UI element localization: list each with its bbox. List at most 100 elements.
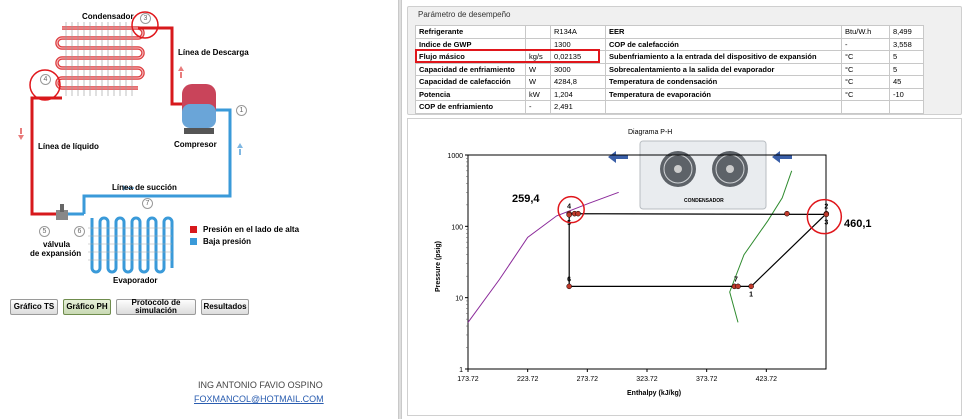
performance-cell: 1,204 <box>550 87 606 101</box>
saturation-curve <box>467 191 619 323</box>
mass-flow-highlight <box>415 49 600 63</box>
compressor <box>182 84 216 134</box>
state-point-7: 7 <box>142 198 153 209</box>
arrow-up-icon <box>178 66 184 71</box>
state-point-1: 1 <box>236 105 247 116</box>
state-point-6: 6 <box>74 226 85 237</box>
x-tick-label: 173.72 <box>457 376 479 383</box>
refrigeration-cycle-panel: Condensador Línea de Descarga Compresor … <box>0 0 398 419</box>
performance-row: Refrigerante R134A EER Btu/W.h 8,499 <box>415 25 924 39</box>
graph-ph-button[interactable]: Gráfico PH <box>63 299 111 315</box>
performance-cell: Capacidad de enfriamiento <box>415 62 526 76</box>
performance-cell: - <box>841 37 890 51</box>
performance-cell: °C <box>841 87 890 101</box>
app-window: Condensador Línea de Descarga Compresor … <box>0 0 964 419</box>
performance-cell: W <box>525 62 551 76</box>
high-pressure-annotation: 259,4 <box>512 193 540 205</box>
state-point-marker <box>748 283 754 290</box>
performance-cell: COP de calefacción <box>605 37 842 51</box>
performance-cell: Btu/W.h <box>841 25 890 39</box>
performance-table: Refrigerante R134A EER Btu/W.h 8,499 Indice d… <box>415 25 924 114</box>
compressor-label: Compresor <box>174 140 217 149</box>
y-tick-label: 100 <box>451 224 463 231</box>
chart-title: Diagrama P-H <box>628 129 672 136</box>
discharge-line <box>138 26 186 106</box>
state-point-5: 5 <box>39 226 50 237</box>
x-axis-label: Enthalpy (kJ/kg) <box>627 390 681 397</box>
results-button[interactable]: Resultados <box>201 299 249 315</box>
discharge-line-label: Línea de Descarga <box>178 48 249 57</box>
state-point-marker <box>566 283 572 290</box>
y-axis-label: Pressure (psig) <box>435 241 442 292</box>
low-pressure-swatch <box>190 238 197 245</box>
state-point-label: 4 <box>567 204 571 211</box>
performance-cell: 3,558 <box>889 37 924 51</box>
highlight-circle <box>557 195 585 224</box>
performance-row: Capacidad de enfriamiento W 3000 Sobrecalen… <box>415 62 924 76</box>
performance-cell: 2,491 <box>550 100 606 114</box>
performance-cell: Potencia <box>415 87 526 101</box>
author-email-link[interactable]: FOXMANCOL@HOTMAIL.COM <box>194 394 324 404</box>
x-tick-label: 423.72 <box>756 376 778 383</box>
performance-cell: Refrigerante <box>415 25 526 39</box>
arrow-down-icon <box>18 135 24 140</box>
performance-cell: 5 <box>889 62 924 76</box>
legend-high-pressure: Presión en el lado de alta <box>203 225 300 234</box>
performance-cell: °C <box>841 75 890 89</box>
performance-cell: 5 <box>889 50 924 64</box>
performance-cell <box>841 100 890 114</box>
evaporator-label: Evaporador <box>113 276 158 285</box>
x-tick-label: 273.72 <box>577 376 599 383</box>
x-tick-label: 223.72 <box>517 376 539 383</box>
performance-cell: Subenfriamiento a la entrada del disposi… <box>605 50 842 64</box>
cycle-line <box>568 212 827 287</box>
condenser-label: Condensador <box>82 12 134 21</box>
chart-buttons: Gráfico TS Gráfico PH Protocolo de simul… <box>10 299 249 315</box>
performance-cell: Sobrecalentamiento a la salida del evapo… <box>605 62 842 76</box>
performance-cell <box>525 25 551 39</box>
arrow-left-icon <box>608 151 628 163</box>
performance-cell: Temperatura de evaporación <box>605 87 842 101</box>
performance-cell: 45 <box>889 75 924 89</box>
state-point-label: 2 <box>824 204 828 211</box>
performance-cell: -10 <box>889 87 924 101</box>
performance-cell: 3000 <box>550 62 606 76</box>
ph-chart: Diagrama P-H CONDENSADOR 1 10 100 1000 173.7… <box>407 118 962 416</box>
evaporator-coil <box>90 216 174 274</box>
y-tick-label: 1 <box>459 367 463 374</box>
liquid-line <box>30 96 62 216</box>
cycle-marker <box>784 210 790 217</box>
performance-cell: °C <box>841 50 890 64</box>
state-point-3: 3 <box>140 13 151 24</box>
expansion-label: de expansión <box>30 249 82 258</box>
performance-cell: EER <box>605 25 842 39</box>
performance-cell: Temperatura de condensación <box>605 75 842 89</box>
condenser-unit-label: CONDENSADOR <box>684 198 724 204</box>
performance-title: Parámetro de desempeño <box>418 10 511 19</box>
state-point-label: 3 <box>824 219 828 226</box>
performance-cell: R134A <box>550 25 606 39</box>
performance-cell: Capacidad de calefacción <box>415 75 526 89</box>
high-pressure-swatch <box>190 226 197 233</box>
condenser-coil <box>55 26 145 90</box>
performance-cell: COP de enfriamiento <box>415 100 526 114</box>
performance-row: Capacidad de calefacción W 4284,8 Temperatu… <box>415 75 924 89</box>
legend-low-pressure: Baja presión <box>203 237 252 246</box>
performance-row: COP de enfriamiento -2,491 <box>415 100 924 114</box>
performance-cell: 8,499 <box>889 25 924 39</box>
state-point-marker <box>823 211 830 218</box>
arrow-up-icon <box>237 143 243 148</box>
results-panel: Parámetro de desempeño Refrigerante R134A… <box>402 0 964 419</box>
performance-cell: °C <box>841 62 890 76</box>
state-point-marker <box>735 283 741 290</box>
graph-ts-button[interactable]: Gráfico TS <box>10 299 58 315</box>
performance-group: Parámetro de desempeño Refrigerante R134A… <box>407 6 962 115</box>
state-point-label: 1 <box>749 291 753 298</box>
x-tick-label: 323.72 <box>636 376 658 383</box>
state-point-marker <box>566 212 572 218</box>
state-point-label: 7 <box>734 276 738 283</box>
enthalpy-annotation: 460,1 <box>844 218 872 230</box>
state-point-4: 4 <box>40 74 51 85</box>
performance-cell: 4284,8 <box>550 75 606 89</box>
simulation-protocol-button[interactable]: Protocolo de simulación <box>116 299 196 315</box>
